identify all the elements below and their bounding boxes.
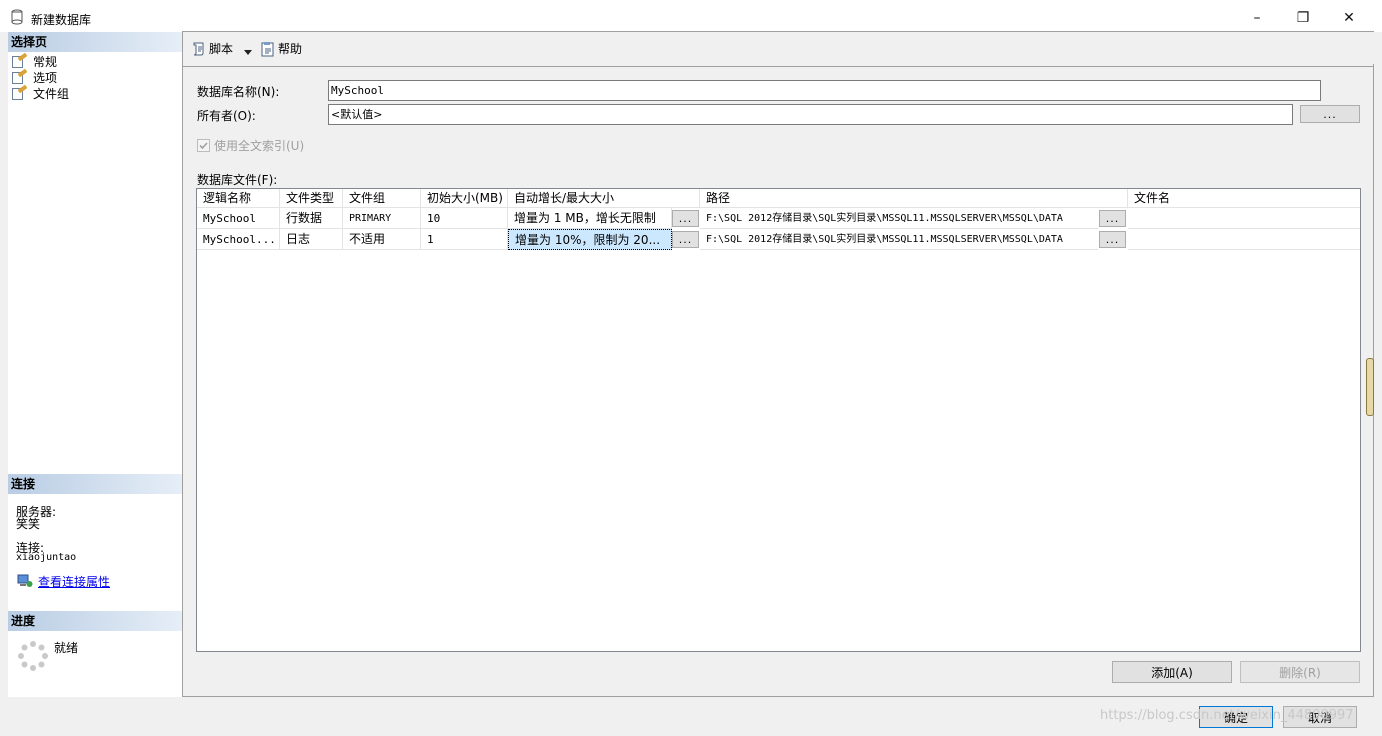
table-row-file-type[interactable]: 日志 xyxy=(280,229,343,250)
progress-spinner-icon xyxy=(17,640,49,672)
title-bar: 新建数据库 – ❐ ✕ xyxy=(0,0,1382,32)
progress-status: 就绪 xyxy=(54,641,79,655)
table-row-autogrowth[interactable]: 增量为 10%，限制为 20... xyxy=(508,229,672,250)
script-button[interactable]: 脚本 xyxy=(191,40,233,57)
db-files-grid[interactable]: 逻辑名称 文件类型 文件组 初始大小(MB) 自动增长/最大大小 路径 文件名 … xyxy=(196,188,1361,652)
table-row-logical-name[interactable]: MySchool... xyxy=(197,229,280,250)
path-browse-button[interactable]: ... xyxy=(1099,231,1126,248)
page-item-label: 选项 xyxy=(33,70,58,85)
connection-properties-icon xyxy=(17,574,33,588)
fulltext-label: 使用全文索引(U) xyxy=(214,139,305,153)
grid-header-logical-name[interactable]: 逻辑名称 xyxy=(197,189,280,208)
help-label: 帮助 xyxy=(278,42,303,56)
database-icon xyxy=(11,9,23,25)
table-row-autogrowth[interactable]: 增量为 1 MB，增长无限制 xyxy=(508,208,672,229)
grid-header-filename[interactable]: 文件名 xyxy=(1128,189,1360,208)
page-item-label: 常规 xyxy=(33,54,58,69)
autogrowth-browse-button[interactable]: ... xyxy=(672,231,699,248)
page-item-options[interactable]: 选项 xyxy=(12,68,58,85)
maximize-button[interactable]: ❐ xyxy=(1280,6,1326,30)
page-edit-icon xyxy=(12,68,28,84)
page-item-label: 文件组 xyxy=(33,86,70,101)
table-row-filegroup[interactable]: PRIMARY xyxy=(343,208,421,229)
table-row-filename[interactable] xyxy=(1128,208,1360,229)
script-label: 脚本 xyxy=(209,42,234,56)
table-row-path[interactable]: F:\SQL 2012存储目录\SQL实列目录\MSSQL11.MSSQLSER… xyxy=(700,229,1098,250)
close-button[interactable]: ✕ xyxy=(1326,6,1372,30)
db-name-label: 数据库名称(N): xyxy=(197,85,280,99)
page-item-filegroups[interactable]: 文件组 xyxy=(12,84,70,101)
connection-header: 连接 xyxy=(8,474,182,494)
add-button[interactable]: 添加(A) xyxy=(1112,661,1232,683)
grid-header-autogrowth[interactable]: 自动增长/最大大小 xyxy=(508,189,700,208)
table-row-filename[interactable] xyxy=(1128,229,1360,250)
table-row-file-type[interactable]: 行数据 xyxy=(280,208,343,229)
path-browse-button[interactable]: ... xyxy=(1099,210,1126,227)
grid-header-filegroup[interactable]: 文件组 xyxy=(343,189,421,208)
grid-header-path[interactable]: 路径 xyxy=(700,189,1128,208)
select-page-header: 选择页 xyxy=(8,32,182,52)
progress-header: 进度 xyxy=(8,611,182,631)
resize-grip[interactable] xyxy=(1366,358,1374,416)
owner-browse-button[interactable]: ... xyxy=(1300,105,1360,123)
page-item-general[interactable]: 常规 xyxy=(12,52,58,69)
owner-input[interactable]: <默认值> xyxy=(328,104,1293,125)
window-title: 新建数据库 xyxy=(31,13,92,27)
page-edit-icon xyxy=(12,84,28,100)
toolbar: 脚本 帮助 xyxy=(183,32,1374,64)
page-edit-icon xyxy=(12,52,28,68)
table-row-initial-size[interactable]: 10 xyxy=(421,208,508,229)
script-icon xyxy=(191,41,207,57)
help-button[interactable]: 帮助 xyxy=(260,40,302,57)
grid-header-file-type[interactable]: 文件类型 xyxy=(280,189,343,208)
watermark-text: https://blog.csdn.net/weixin_44800997 xyxy=(1100,708,1354,723)
table-row-path[interactable]: F:\SQL 2012存储目录\SQL实列目录\MSSQL11.MSSQLSER… xyxy=(700,208,1098,229)
left-pane: 选择页 常规 选项 文件组 连接 服务器: 笑笑 连接: xiaojuntao … xyxy=(8,31,183,697)
db-name-input[interactable]: MySchool xyxy=(328,80,1321,101)
autogrowth-browse-button[interactable]: ... xyxy=(672,210,699,227)
minimize-button[interactable]: – xyxy=(1234,6,1280,30)
server-value: 笑笑 xyxy=(16,517,41,531)
owner-label: 所有者(O): xyxy=(197,109,256,123)
script-dropdown-icon[interactable] xyxy=(244,44,252,58)
db-files-label: 数据库文件(F): xyxy=(197,173,278,187)
connection-value: xiaojuntao xyxy=(16,552,77,563)
table-row-filegroup[interactable]: 不适用 xyxy=(343,229,421,250)
help-icon xyxy=(260,41,276,57)
remove-button[interactable]: 删除(R) xyxy=(1240,661,1360,683)
table-row-logical-name[interactable]: MySchool xyxy=(197,208,280,229)
view-connection-properties-link[interactable]: 查看连接属性 xyxy=(38,573,110,590)
checkbox-checked-icon xyxy=(197,139,210,152)
grid-header-initial-size[interactable]: 初始大小(MB) xyxy=(421,189,508,208)
table-row-initial-size[interactable]: 1 xyxy=(421,229,508,250)
fulltext-checkbox[interactable]: 使用全文索引(U) xyxy=(197,137,304,154)
